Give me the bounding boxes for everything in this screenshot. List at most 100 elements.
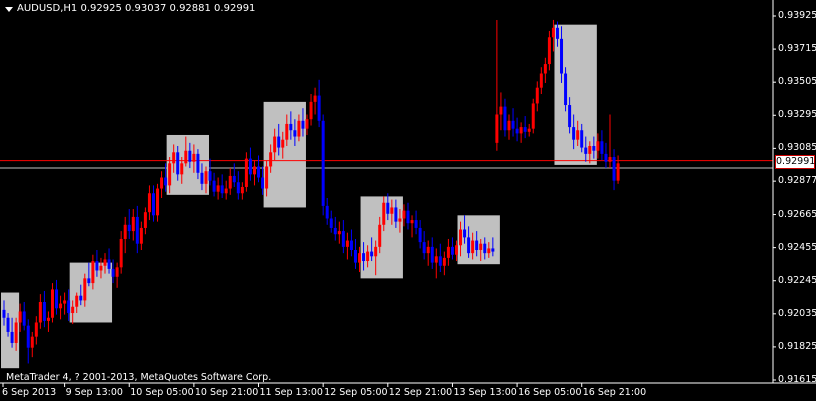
- price-label: 0.92035: [778, 307, 816, 319]
- price-label: 0.91825: [778, 340, 816, 352]
- dropdown-triangle-icon[interactable]: [5, 6, 13, 12]
- candle: [333, 216, 337, 241]
- candle: [410, 215, 414, 238]
- candle: [151, 185, 155, 222]
- candle: [535, 81, 539, 112]
- candle: [119, 231, 123, 274]
- candle: [63, 292, 67, 315]
- candle: [248, 147, 252, 181]
- time-label: 13 Sep 13:00: [453, 387, 517, 398]
- candle: [527, 123, 531, 137]
- candle: [309, 94, 313, 126]
- candle: [252, 160, 256, 186]
- candle: [26, 319, 30, 364]
- candle: [430, 237, 434, 269]
- price-label: 0.91615: [778, 374, 816, 385]
- candle: [349, 229, 353, 257]
- candle: [414, 210, 418, 235]
- chart-window[interactable]: AUDUSD,H1 0.92925 0.93037 0.92881 0.9299…: [0, 0, 816, 401]
- candle: [135, 205, 139, 254]
- candle: [42, 290, 46, 328]
- session-box-6: [457, 215, 500, 265]
- candle: [34, 316, 38, 345]
- price-label: 0.93925: [778, 10, 816, 21]
- candle: [325, 198, 329, 225]
- time-label: 11 Sep 13:00: [259, 387, 323, 398]
- price-label: 0.93085: [778, 142, 816, 154]
- price-label: 0.93505: [778, 76, 816, 88]
- candle: [543, 57, 547, 83]
- price-label: 0.92245: [778, 274, 816, 286]
- candle: [240, 182, 244, 200]
- candle: [224, 180, 228, 200]
- candle: [519, 122, 523, 143]
- candle: [321, 114, 325, 216]
- time-label: 16 Sep 21:00: [582, 387, 647, 398]
- time-label: 12 Sep 05:00: [324, 387, 388, 398]
- candle: [434, 248, 438, 279]
- session-box-3: [166, 134, 209, 195]
- candle: [228, 168, 232, 195]
- candle: [156, 183, 160, 222]
- candle: [115, 262, 119, 288]
- candle: [38, 294, 42, 329]
- copyright-text: MetaTrader 4, ? 2001-2013, MetaQuotes So…: [6, 372, 272, 383]
- candle: [341, 220, 345, 254]
- candle: [406, 202, 410, 230]
- price-label: 0.92877: [778, 175, 816, 187]
- candle: [257, 155, 261, 183]
- price-chart[interactable]: [0, 0, 816, 401]
- price-label: 0.93715: [778, 43, 816, 55]
- candle: [539, 67, 543, 94]
- candle: [46, 311, 50, 332]
- candle: [600, 130, 604, 161]
- candle: [317, 79, 321, 128]
- candle: [547, 30, 551, 71]
- time-label: 12 Sep 21:00: [388, 387, 453, 398]
- time-label: 10 Sep 21:00: [194, 387, 259, 398]
- price-label: 0.92665: [778, 208, 816, 220]
- candle: [353, 238, 357, 269]
- candle: [446, 238, 450, 266]
- candle: [131, 209, 135, 241]
- time-label: 9 Sep 13:00: [65, 387, 123, 398]
- candle: [236, 171, 240, 200]
- candle: [608, 114, 612, 169]
- candle: [220, 174, 224, 198]
- candle: [160, 171, 164, 198]
- candle: [139, 221, 143, 250]
- candle: [523, 116, 527, 139]
- candle: [127, 209, 131, 239]
- candle: [50, 283, 54, 323]
- candle: [438, 243, 442, 273]
- candle: [59, 295, 63, 320]
- candle: [147, 185, 151, 221]
- price-label: 0.93295: [778, 109, 816, 121]
- candle: [442, 251, 446, 276]
- candle: [143, 207, 147, 235]
- current-price-label: 0.92991: [775, 155, 816, 169]
- candle: [531, 98, 535, 134]
- candle: [216, 177, 220, 200]
- candle: [212, 172, 216, 197]
- candle: [422, 231, 426, 260]
- candle: [511, 108, 515, 137]
- candle: [564, 67, 568, 112]
- candle: [55, 279, 59, 315]
- candle: [450, 237, 454, 260]
- candle: [515, 117, 519, 142]
- price-label: 0.92455: [778, 241, 816, 253]
- candle: [418, 220, 422, 249]
- candle: [507, 114, 511, 140]
- candle: [499, 92, 503, 131]
- chart-title[interactable]: AUDUSD,H1 0.92925 0.93037 0.92881 0.9299…: [3, 3, 255, 15]
- candle: [329, 210, 333, 233]
- candle: [30, 331, 34, 358]
- candle: [337, 221, 341, 244]
- candle: [313, 87, 317, 115]
- candle: [616, 155, 620, 184]
- candle: [345, 232, 349, 260]
- candle: [244, 152, 248, 192]
- candle: [123, 216, 127, 254]
- candle: [232, 163, 236, 187]
